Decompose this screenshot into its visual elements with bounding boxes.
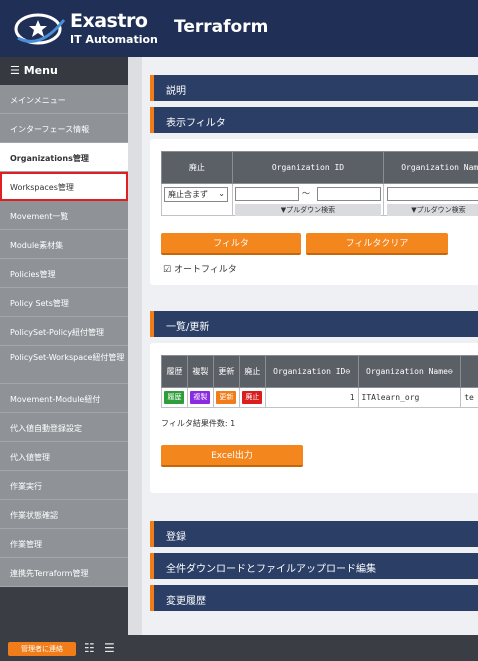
discard-filter-value: 廃止含まず [168, 190, 208, 199]
sidebar-item-substitution-values[interactable]: 代入値管理 [0, 442, 128, 471]
sidebar-item-terraform-target[interactable]: 連携先Terraform管理 [0, 558, 128, 587]
sidebar-item-interface-info[interactable]: インターフェース情報 [0, 114, 128, 143]
data-table: 履歴 複製 更新 廃止 Organization ID⊖ Organizatio… [161, 355, 478, 408]
dropdown-arrow-icon: ⌄ [218, 189, 225, 198]
sort-icon[interactable]: ⊖ [345, 367, 350, 376]
exastro-logo-icon [14, 13, 66, 45]
col-header-extra: E [460, 355, 478, 388]
org-id-pulldown-button[interactable]: ▼プルダウン検索 [235, 204, 381, 216]
content-stripe [128, 57, 142, 635]
sidebar-item-module-materials[interactable]: Module素材集 [0, 230, 128, 259]
cell-org-name: ITAlearn_org [357, 387, 462, 408]
sidebar-item-status-check[interactable]: 作業状態確認 [0, 500, 128, 529]
col-header-org-name-label: Organization Name [366, 367, 448, 376]
hamburger-icon: ☰ [10, 64, 20, 77]
col-header-update: 更新 [212, 355, 240, 388]
section-history[interactable]: 変更履歴 [150, 585, 478, 611]
org-id-from-input[interactable] [235, 187, 299, 201]
cell-duplicate: 複製 [186, 387, 214, 408]
col-header-org-id-label: Organization ID [273, 367, 346, 376]
menu-title-label: Menu [23, 64, 58, 77]
update-button[interactable]: 更新 [216, 391, 237, 404]
sidebar-item-policyset-workspace[interactable]: PolicySet-Workspace紐付管理 [0, 346, 128, 384]
section-register[interactable]: 登録 [150, 521, 478, 547]
cell-extra: te [460, 387, 478, 408]
cell-org-id: 1 [264, 387, 359, 408]
logo-text-sub: IT Automation [70, 33, 158, 46]
cell-history: 履歴 [161, 387, 188, 408]
filter-clear-button[interactable]: フィルタクリア [306, 233, 448, 255]
col-header-discard: 廃止 [238, 355, 266, 388]
footer: 管理者に連絡 ☷ ☰ [0, 635, 478, 661]
filter-header-org-name: Organization Name [383, 151, 478, 184]
sidebar-item-job-management[interactable]: 作業管理 [0, 529, 128, 558]
excel-export-button[interactable]: Excel出力 [161, 445, 303, 467]
cell-discard: 廃止 [238, 387, 266, 408]
section-description[interactable]: 説明 [150, 75, 478, 101]
col-header-org-id[interactable]: Organization ID⊖ [264, 355, 359, 388]
auto-filter-label: オートフィルタ [173, 265, 237, 275]
sidebar-item-movement-module[interactable]: Movement-Module紐付 [0, 384, 128, 413]
logo-text-main: Exastro [70, 10, 148, 32]
discard-button[interactable]: 廃止 [242, 391, 263, 404]
contact-admin-button[interactable]: 管理者に連絡 [8, 642, 76, 656]
sidebar-item-movement-list[interactable]: Movement一覧 [0, 201, 128, 230]
main-content: 説明 表示フィルタ 廃止 Organization ID Organizatio… [128, 57, 478, 635]
org-name-pulldown-button[interactable]: ▼プルダウン検索 [387, 204, 478, 216]
filter-header-discard: 廃止 [161, 151, 233, 184]
history-button[interactable]: 履歴 [164, 391, 185, 404]
detail-view-icon[interactable]: ☰ [104, 641, 115, 655]
col-header-duplicate: 複製 [186, 355, 214, 388]
exastro-logo[interactable]: Exastro IT Automation [12, 8, 158, 50]
menu-toggle[interactable]: ☰ Menu [0, 57, 128, 85]
sidebar-item-policyset-policy[interactable]: PolicySet-Policy紐付管理 [0, 317, 128, 346]
app-title: Terraform [174, 17, 269, 37]
duplicate-button[interactable]: 複製 [190, 391, 211, 404]
section-list-update[interactable]: 一覧/更新 [150, 311, 478, 337]
org-id-to-input[interactable] [317, 187, 381, 201]
filter-result-count: フィルタ結果件数: 1 [161, 419, 236, 428]
sidebar-item-workspaces[interactable]: Workspaces管理 [0, 172, 128, 201]
table-row: 履歴 複製 更新 廃止 1 ITAlearn_org te [161, 387, 478, 408]
sidebar-item-substitution-auto[interactable]: 代入値自動登録設定 [0, 413, 128, 442]
discard-filter-select[interactable]: 廃止含まず ⌄ [164, 187, 228, 202]
app-header: Exastro IT Automation Terraform [0, 0, 478, 57]
col-header-org-name[interactable]: Organization Name⊖ [357, 355, 462, 388]
sort-icon[interactable]: ⊖ [448, 367, 453, 376]
list-card: 履歴 複製 更新 廃止 Organization ID⊖ Organizatio… [150, 343, 478, 493]
sidebar-item-policy-sets[interactable]: Policy Sets管理 [0, 288, 128, 317]
sidebar-item-main-menu[interactable]: メインメニュー [0, 85, 128, 114]
sidebar-item-organizations[interactable]: Organizations管理 [0, 143, 128, 172]
org-name-input[interactable] [387, 187, 478, 201]
section-display-filter[interactable]: 表示フィルタ [150, 107, 478, 133]
cell-update: 更新 [212, 387, 240, 408]
filter-card: 廃止 Organization ID Organization Name 廃止含… [150, 139, 478, 285]
filter-button[interactable]: フィルタ [161, 233, 301, 255]
sidebar-item-execute[interactable]: 作業実行 [0, 471, 128, 500]
section-download-upload[interactable]: 全件ダウンロードとファイルアップロード編集 [150, 553, 478, 579]
sidebar-item-policies[interactable]: Policies管理 [0, 259, 128, 288]
sidebar: ☰ Menu メインメニュー インターフェース情報 Organizations管… [0, 57, 128, 635]
auto-filter-checkbox[interactable]: ☑ オートフィルタ [163, 262, 237, 275]
checkbox-icon: ☑ [163, 265, 172, 275]
list-view-icon[interactable]: ☷ [84, 641, 95, 655]
range-separator: ～ [302, 189, 310, 198]
filter-header-org-id: Organization ID [231, 151, 385, 184]
col-header-history: 履歴 [161, 355, 188, 388]
